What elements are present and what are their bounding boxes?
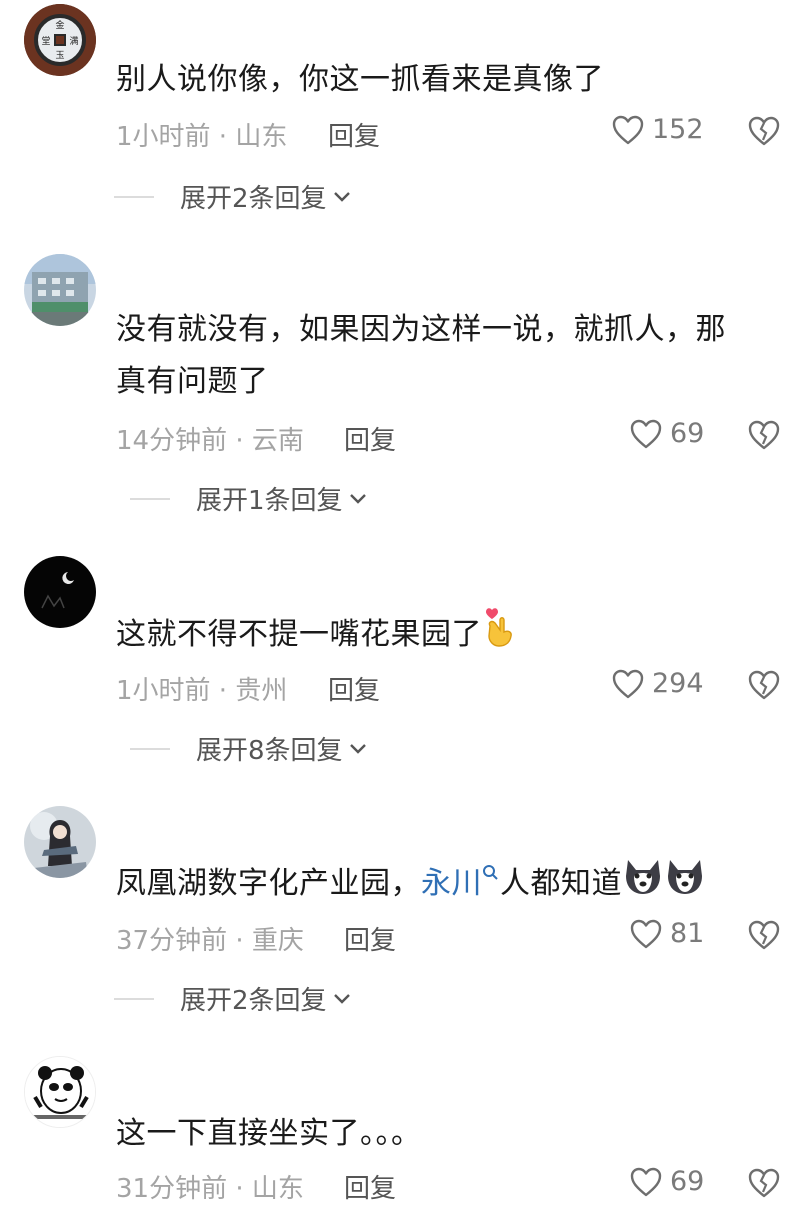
chevron-down-icon [349, 493, 366, 504]
dislike-button[interactable] [748, 1168, 780, 1202]
expand-replies[interactable]: 展开2条回复 [114, 980, 351, 1017]
comment-text: 这就不得不提一嘴花果园了 [116, 606, 776, 665]
broken-heart-icon [748, 670, 780, 700]
reply-button[interactable]: 回复 [344, 1168, 396, 1205]
expand-replies[interactable]: 展开2条回复 [114, 178, 351, 215]
expand-replies-label: 展开2条回复 [180, 986, 327, 1016]
comment-text-after: 人都知道 [500, 866, 622, 901]
anime-avatar-image [24, 806, 96, 878]
divider [130, 497, 170, 500]
heart-outline-icon [612, 669, 644, 698]
husky-emoji-icon [664, 856, 706, 913]
like-count: 152 [652, 114, 704, 145]
expand-replies[interactable]: 展开1条回复 [130, 480, 367, 517]
divider [114, 997, 154, 1000]
coin-avatar-image: 金 玉 堂 满 [24, 4, 96, 76]
avatar[interactable] [24, 806, 96, 878]
finger-heart-emoji-icon [482, 606, 516, 665]
night-avatar-image [24, 556, 96, 628]
broken-heart-icon [748, 920, 780, 950]
comment-text: 凤凰湖数字化产业园，永川 人都知道 [116, 856, 776, 913]
comment-text-content: 这就不得不提一嘴花果园了 [116, 617, 482, 652]
chevron-down-icon [349, 743, 366, 754]
svg-text:满: 满 [69, 36, 78, 47]
expand-replies[interactable]: 展开8条回复 [130, 730, 367, 767]
broken-heart-icon [748, 116, 780, 146]
svg-text:玉: 玉 [55, 50, 64, 61]
building-avatar-image [24, 254, 96, 326]
avatar[interactable] [24, 556, 96, 628]
heart-outline-icon [630, 419, 662, 448]
avatar[interactable]: 金 玉 堂 满 [24, 4, 96, 76]
heart-outline-icon [612, 115, 644, 144]
dislike-button[interactable] [748, 670, 780, 704]
like-button[interactable]: 294 [612, 668, 704, 699]
comment-text-line: 真有问题了 [116, 364, 269, 399]
dislike-button[interactable] [748, 116, 780, 150]
expand-replies-label: 展开1条回复 [196, 486, 343, 516]
divider [130, 747, 170, 750]
panda-meme-avatar-image [25, 1057, 95, 1127]
like-count: 69 [670, 1166, 705, 1197]
reply-button[interactable]: 回复 [344, 420, 396, 457]
chevron-down-icon [333, 191, 350, 202]
avatar[interactable] [24, 254, 96, 326]
expand-replies-label: 展开2条回复 [180, 184, 327, 214]
like-count: 69 [670, 418, 705, 449]
dislike-button[interactable] [748, 920, 780, 954]
comment-meta: 1小时前 · 贵州 [116, 676, 288, 706]
like-button[interactable]: 81 [630, 918, 704, 949]
like-button[interactable]: 152 [612, 114, 704, 145]
broken-heart-icon [748, 1168, 780, 1198]
broken-heart-icon [748, 420, 780, 450]
reply-button[interactable]: 回复 [344, 920, 396, 957]
search-keyword-text: 永川 [421, 866, 482, 901]
comment-text-line: 没有就没有，如果因为这样一说，就抓人，那 [116, 312, 726, 347]
comment-meta: 14分钟前 · 云南 [116, 426, 304, 456]
heart-outline-icon [630, 919, 662, 948]
dislike-button[interactable] [748, 420, 780, 454]
svg-text:堂: 堂 [41, 35, 50, 47]
expand-replies-label: 展开8条回复 [196, 736, 343, 766]
search-keyword-link[interactable]: 永川 [421, 865, 500, 901]
comment-meta: 37分钟前 · 重庆 [116, 926, 304, 956]
reply-button[interactable]: 回复 [328, 116, 380, 153]
heart-outline-icon [630, 1167, 662, 1196]
chevron-down-icon [333, 993, 350, 1004]
comment-text: 这一下直接坐实了。。。 [116, 1116, 422, 1151]
comment-text-before: 凤凰湖数字化产业园， [116, 866, 421, 901]
husky-emoji-icon [622, 856, 664, 913]
search-icon [483, 865, 498, 880]
divider [114, 195, 154, 198]
like-button[interactable]: 69 [630, 1166, 704, 1197]
like-count: 81 [670, 918, 705, 949]
comment-meta: 31分钟前 · 山东 [116, 1174, 304, 1204]
comment-text: 别人说你像，你这一抓看来是真像了 [116, 62, 604, 97]
svg-text:金: 金 [55, 19, 64, 31]
like-button[interactable]: 69 [630, 418, 704, 449]
reply-button[interactable]: 回复 [328, 670, 380, 707]
like-count: 294 [652, 668, 704, 699]
avatar[interactable] [24, 1056, 96, 1128]
comment-meta: 1小时前 · 山东 [116, 122, 288, 152]
